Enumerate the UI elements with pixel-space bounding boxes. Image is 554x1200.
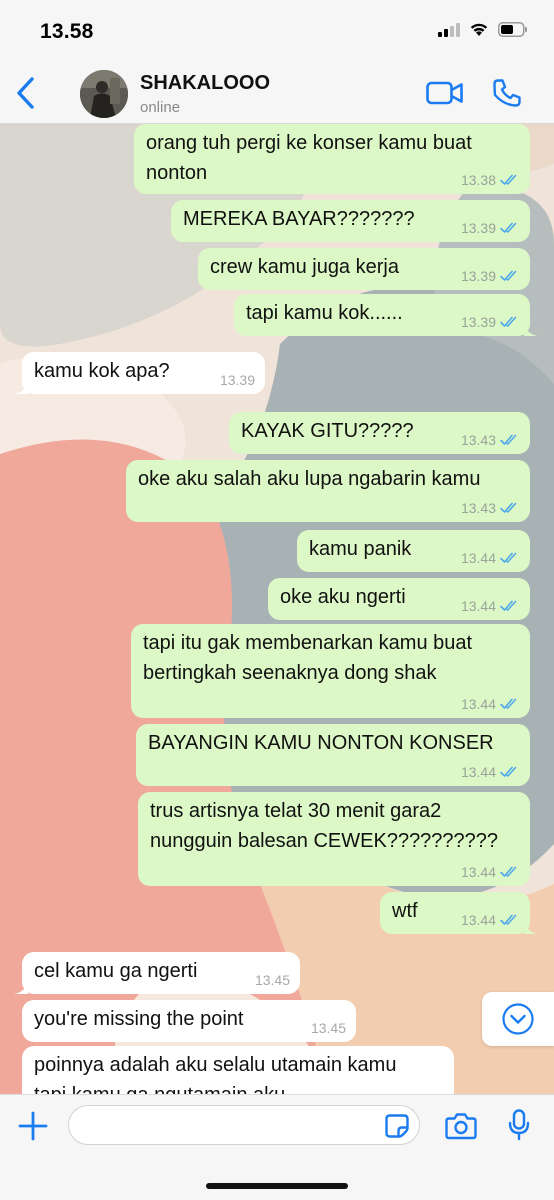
chat-area[interactable]: orang tuh pergi ke konser kamu buat nont…	[0, 124, 554, 1094]
message-meta: 13.44	[461, 598, 520, 614]
signal-icon	[438, 22, 460, 37]
bubble-tail	[524, 322, 538, 336]
read-double-tick-icon	[500, 316, 517, 327]
outgoing-message[interactable]: oke aku salah aku lupa ngabarin kamu 13.4…	[126, 460, 530, 522]
message-meta: 13.43	[461, 432, 520, 448]
plus-icon[interactable]	[18, 1111, 48, 1141]
chat-header: SHAKALOOO online	[0, 62, 554, 124]
outgoing-message[interactable]: kamu panik 13.44	[297, 530, 530, 572]
home-indicator	[206, 1183, 348, 1189]
message-text: BAYANGIN KAMU NONTON KONSER	[148, 732, 494, 754]
message-time: 13.45	[310, 1020, 346, 1036]
outgoing-message[interactable]: BAYANGIN KAMU NONTON KONSER 13.44	[136, 724, 530, 786]
read-double-tick-icon	[500, 866, 517, 877]
message-meta: 13.39	[461, 314, 520, 330]
phone-call-icon[interactable]	[492, 78, 522, 108]
camera-icon[interactable]	[445, 1112, 477, 1140]
back-chevron-icon[interactable]	[12, 76, 42, 110]
message-time: 13.44	[460, 912, 496, 928]
message-time: 13.38	[460, 172, 496, 188]
status-time: 13.58	[40, 20, 94, 43]
outgoing-message[interactable]: crew kamu juga kerja 13.39	[198, 248, 530, 290]
contact-name[interactable]: SHAKALOOO	[140, 72, 270, 95]
read-double-tick-icon	[500, 766, 517, 777]
message-meta: 13.38	[461, 172, 520, 188]
message-meta: 13.44	[461, 550, 520, 566]
incoming-message[interactable]: kamu kok apa? 13.39	[14, 352, 265, 394]
message-time: 13.44	[460, 696, 496, 712]
read-double-tick-icon	[500, 174, 517, 185]
message-meta: 13.44	[461, 912, 520, 928]
bubble-tail	[14, 380, 28, 394]
read-double-tick-icon	[500, 698, 517, 709]
input-bar	[0, 1094, 554, 1200]
message-meta: 13.44	[461, 696, 520, 712]
wifi-icon	[470, 23, 488, 36]
message-meta: 13.39	[461, 220, 520, 236]
status-bar: 13.58	[0, 0, 554, 62]
message-time: 13.44	[460, 598, 496, 614]
message-text: oke aku salah aku lupa ngabarin kamu	[138, 468, 481, 490]
chevron-down-circle-icon	[502, 1003, 534, 1035]
read-double-tick-icon	[500, 270, 517, 281]
message-time: 13.39	[460, 268, 496, 284]
status-icons	[438, 22, 528, 37]
message-text: tapi itu gak membenarkan kamu buat berti…	[143, 632, 473, 684]
message-meta: 13.43	[461, 500, 520, 516]
outgoing-message[interactable]: oke aku ngerti 13.44	[268, 578, 530, 620]
incoming-message[interactable]: cel kamu ga ngerti 13.45	[14, 952, 300, 994]
message-meta: 13.44	[461, 864, 520, 880]
message-text: cel kamu ga ngerti	[34, 960, 198, 982]
read-double-tick-icon	[500, 552, 517, 563]
read-double-tick-icon	[500, 914, 517, 925]
message-text: poinnya adalah aku selalu utamain kamu t…	[34, 1054, 397, 1094]
message-meta: 13.45	[311, 1020, 346, 1036]
incoming-message[interactable]: you're missing the point 13.45	[22, 1000, 356, 1042]
bubble-tail	[524, 920, 538, 934]
outgoing-message[interactable]: KAYAK GITU????? 13.43	[229, 412, 530, 454]
bubble-tail	[14, 980, 28, 994]
message-text: you're missing the point	[34, 1008, 244, 1030]
message-text: trus artisnya telat 30 menit gara2 nungg…	[150, 800, 499, 852]
message-time: 13.45	[254, 972, 290, 988]
message-meta: 13.45	[255, 972, 290, 988]
message-meta: 13.39	[220, 372, 255, 388]
message-time: 13.43	[460, 432, 496, 448]
contact-status: online	[140, 99, 181, 116]
video-call-icon[interactable]	[426, 80, 464, 106]
message-meta: 13.39	[461, 268, 520, 284]
read-double-tick-icon	[500, 434, 517, 445]
message-time: 13.39	[460, 220, 496, 236]
sticker-icon[interactable]	[384, 1113, 410, 1139]
outgoing-message[interactable]: tapi kamu kok...... 13.39	[234, 294, 538, 336]
outgoing-message[interactable]: tapi itu gak membenarkan kamu buat berti…	[131, 624, 530, 718]
message-time: 13.44	[460, 864, 496, 880]
scroll-down-button[interactable]	[482, 992, 554, 1046]
message-time: 13.39	[219, 372, 255, 388]
message-time: 13.44	[460, 550, 496, 566]
avatar[interactable]	[80, 70, 128, 118]
outgoing-message[interactable]: wtf 13.44	[380, 892, 538, 934]
read-double-tick-icon	[500, 600, 517, 611]
message-time: 13.39	[460, 314, 496, 330]
outgoing-message[interactable]: trus artisnya telat 30 menit gara2 nungg…	[138, 792, 530, 886]
outgoing-message[interactable]: MEREKA BAYAR??????? 13.39	[171, 200, 530, 242]
message-input[interactable]	[68, 1105, 420, 1145]
message-meta: 13.44	[461, 764, 520, 780]
message-time: 13.43	[460, 500, 496, 516]
read-double-tick-icon	[500, 222, 517, 233]
read-double-tick-icon	[500, 502, 517, 513]
outgoing-message[interactable]: orang tuh pergi ke konser kamu buat nont…	[134, 124, 530, 194]
incoming-message[interactable]: poinnya adalah aku selalu utamain kamu t…	[22, 1046, 454, 1094]
microphone-icon[interactable]	[508, 1109, 530, 1141]
battery-icon	[498, 22, 527, 37]
message-time: 13.44	[460, 764, 496, 780]
